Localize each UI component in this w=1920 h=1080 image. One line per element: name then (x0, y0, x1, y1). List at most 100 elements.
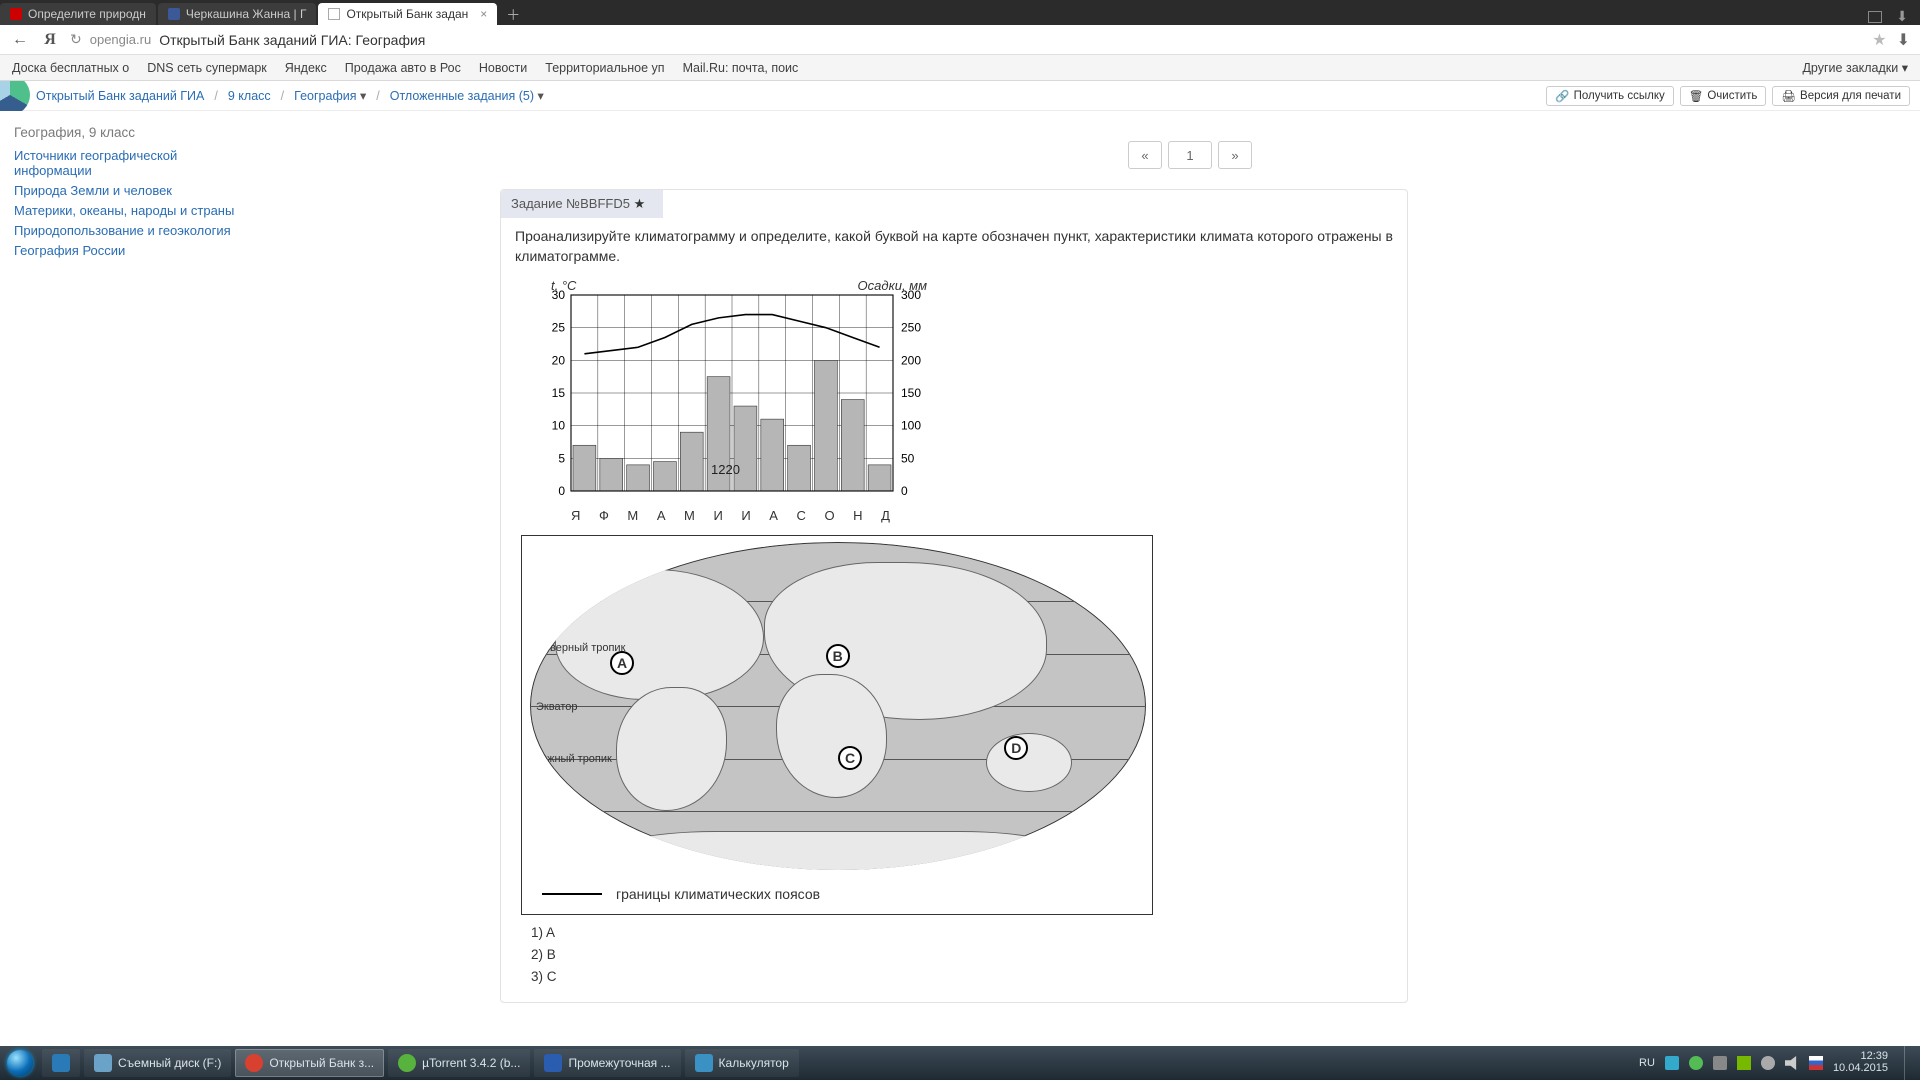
pager-input[interactable]: 1 (1168, 141, 1212, 169)
breadcrumb-item[interactable]: Открытый Банк заданий ГИА (36, 89, 204, 103)
tray-icon[interactable] (1713, 1056, 1727, 1070)
bookmark-link[interactable]: Яндекс (285, 61, 327, 75)
annual-precip-label: 1220 (711, 461, 740, 480)
map-label: Экватор (536, 700, 577, 716)
legend-text: границы климатических поясов (616, 884, 820, 904)
pager-next[interactable]: » (1218, 141, 1252, 169)
browser-tab-active[interactable]: Открытый Банк задан × (318, 3, 497, 25)
answer-options: 1) A 2) B 3) C (531, 923, 1393, 986)
answer-option[interactable]: 3) C (531, 967, 1393, 987)
sidebar: География, 9 класс Источники географичес… (0, 111, 260, 1046)
taskbar-pinned[interactable] (42, 1049, 80, 1077)
bookmark-link[interactable]: Mail.Ru: почта, поис (683, 61, 799, 75)
url-host: opengia.ru (90, 32, 151, 47)
svg-text:250: 250 (901, 320, 921, 334)
svg-text:0: 0 (558, 484, 565, 498)
bookmark-link[interactable]: DNS сеть супермарк (147, 61, 267, 75)
tray-icon[interactable] (1689, 1056, 1703, 1070)
sidebar-link[interactable]: Материки, океаны, народы и страны (14, 203, 250, 218)
yandex-icon[interactable]: Я (40, 31, 60, 49)
month-axis: ЯФМАМИИАСОНД (571, 507, 891, 526)
task-id: Задание №BBFFD5 (511, 196, 634, 211)
trash-icon: 🗑 (1689, 89, 1704, 103)
taskbar-item[interactable]: Калькулятор (685, 1049, 799, 1077)
clear-button[interactable]: 🗑Очистить (1680, 86, 1767, 106)
print-icon: 🖨 (1781, 89, 1796, 103)
get-link-button[interactable]: 🔗Получить ссылку (1546, 86, 1673, 106)
axis-label-left: t, °C (551, 277, 576, 296)
volume-icon[interactable] (1785, 1056, 1799, 1070)
reload-icon[interactable]: ↻ (70, 31, 82, 48)
bookmark-star-icon[interactable]: ★ (1872, 30, 1886, 50)
svg-text:200: 200 (901, 353, 921, 367)
bookmark-link[interactable]: Продажа авто в Рос (345, 61, 461, 75)
task-header[interactable]: Задание №BBFFD5 ★ (501, 190, 663, 218)
close-tab-icon[interactable]: × (480, 7, 487, 21)
show-desktop-button[interactable] (1904, 1046, 1914, 1080)
tray-icon[interactable] (1761, 1056, 1775, 1070)
url-field[interactable]: ↻ opengia.ru Открытый Банк заданий ГИА: … (70, 31, 1862, 48)
favicon-icon (168, 8, 180, 20)
bookmark-link[interactable]: Доска бесплатных о (12, 61, 129, 75)
other-bookmarks[interactable]: Другие закладки ▾ (1802, 60, 1908, 75)
address-bar: ← Я ↻ opengia.ru Открытый Банк заданий Г… (0, 25, 1920, 55)
sidebar-link[interactable]: Источники географической информации (14, 148, 250, 178)
sidebar-link[interactable]: Природопользование и геоэкология (14, 223, 250, 238)
pager-prev[interactable]: « (1128, 141, 1162, 169)
sidebar-link[interactable]: География России (14, 243, 250, 258)
axis-label-right: Осадки, мм (858, 277, 927, 296)
taskbar-item[interactable]: Промежуточная ... (534, 1049, 680, 1077)
svg-text:0: 0 (901, 484, 908, 498)
sidebar-link[interactable]: Природа Земли и человек (14, 183, 250, 198)
svg-text:50: 50 (901, 451, 915, 465)
tray-icon[interactable] (1737, 1056, 1751, 1070)
map-legend: границы климатических поясов (542, 884, 820, 904)
svg-text:25: 25 (552, 320, 566, 334)
btn-label: Очистить (1707, 90, 1757, 102)
task-card: Задание №BBFFD5 ★ Проанализируйте климат… (500, 189, 1408, 1003)
site-logo-icon[interactable] (0, 81, 32, 111)
language-indicator[interactable]: RU (1639, 1057, 1655, 1069)
map-point-b: B (826, 644, 850, 668)
taskbar-label: Промежуточная ... (568, 1056, 670, 1070)
taskbar-clock[interactable]: 12:39 10.04.2015 (1833, 1051, 1894, 1074)
tab-label: Определите природн (28, 7, 146, 21)
new-tab-button[interactable]: ＋ (503, 5, 523, 25)
svg-text:10: 10 (552, 418, 566, 432)
window-minmax-icon[interactable] (1868, 11, 1882, 23)
star-icon[interactable]: ★ (634, 196, 646, 211)
map-point-a: A (610, 651, 634, 675)
breadcrumb: Открытый Банк заданий ГИА/ 9 класс/ Геог… (32, 88, 544, 103)
link-icon: 🔗 (1555, 89, 1569, 103)
bookmark-link[interactable]: Территориальное уп (545, 61, 664, 75)
download-icon[interactable]: ⬇ (1897, 30, 1910, 50)
windows-orb-icon (7, 1050, 33, 1076)
app-icon (398, 1054, 416, 1072)
browser-tab[interactable]: Определите природн (0, 3, 156, 25)
breadcrumb-item[interactable]: Отложенные задания (5) (390, 88, 544, 103)
back-button[interactable]: ← (10, 31, 30, 49)
taskbar-item[interactable]: Съемный диск (F:) (84, 1049, 231, 1077)
breadcrumb-item[interactable]: География (294, 88, 366, 103)
downloads-icon[interactable]: ⬇ (1896, 8, 1908, 25)
tab-label: Черкашина Жанна | Г (186, 7, 307, 21)
favicon-icon (10, 8, 22, 20)
answer-option[interactable]: 2) B (531, 945, 1393, 965)
browser-tab[interactable]: Черкашина Жанна | Г (158, 3, 317, 25)
breadcrumb-item[interactable]: 9 класс (228, 89, 271, 103)
taskbar-label: µTorrent 3.4.2 (b... (422, 1056, 520, 1070)
taskbar-item[interactable]: µTorrent 3.4.2 (b... (388, 1049, 530, 1077)
btn-label: Версия для печати (1800, 90, 1901, 102)
bookmark-link[interactable]: Новости (479, 61, 527, 75)
start-button[interactable] (0, 1046, 40, 1080)
taskbar-label: Съемный диск (F:) (118, 1056, 221, 1070)
taskbar-item-active[interactable]: Открытый Банк з... (235, 1049, 384, 1077)
print-button[interactable]: 🖨 Версия для печати (1772, 86, 1910, 106)
app-icon (544, 1054, 562, 1072)
app-icon (94, 1054, 112, 1072)
tray-icon[interactable] (1665, 1056, 1679, 1070)
flag-icon[interactable] (1809, 1056, 1823, 1070)
bookmarks-bar: Доска бесплатных о DNS сеть супермарк Ян… (0, 55, 1920, 81)
app-icon (695, 1054, 713, 1072)
answer-option[interactable]: 1) A (531, 923, 1393, 943)
